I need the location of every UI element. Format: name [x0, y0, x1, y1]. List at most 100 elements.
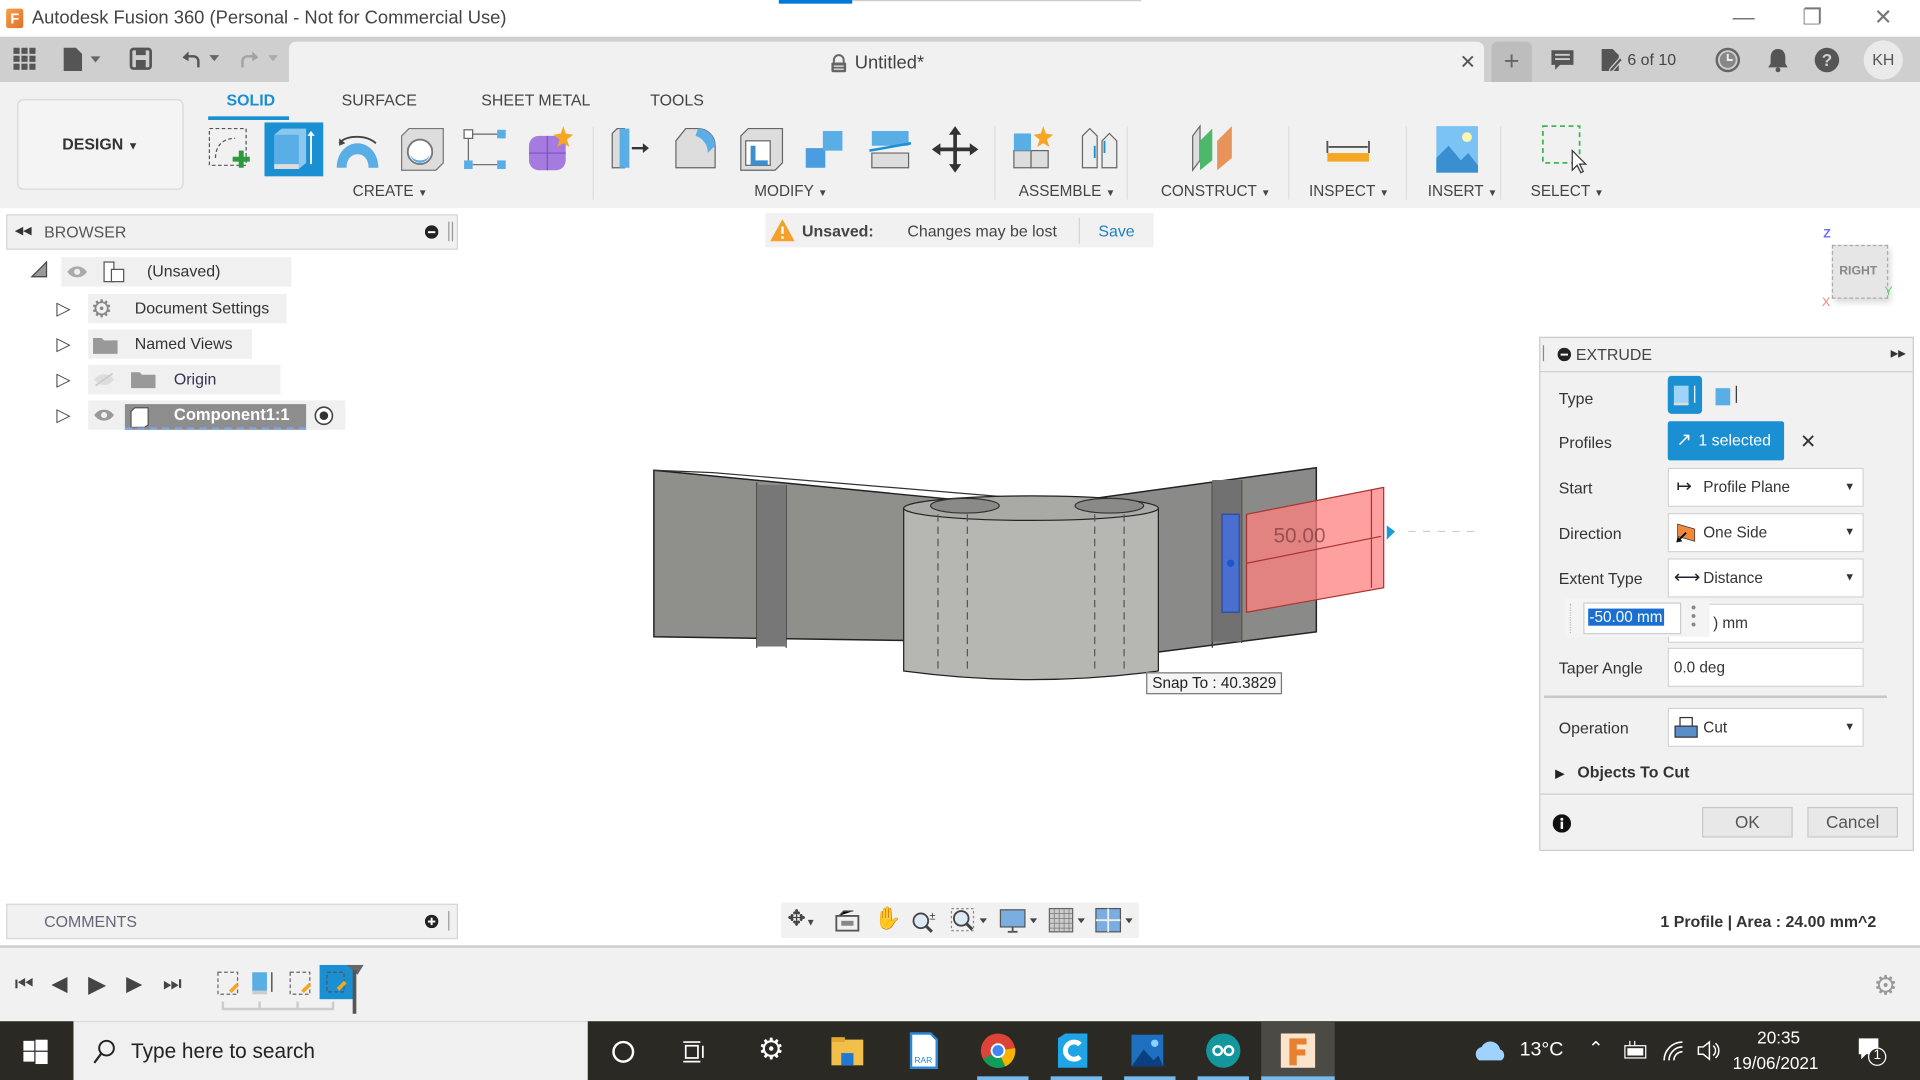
create-menu[interactable]: CREATE ▼	[353, 182, 428, 199]
cancel-button[interactable]: Cancel	[1807, 806, 1898, 838]
viewports-icon[interactable]	[1095, 907, 1137, 934]
more-options-icon[interactable]: • • •	[1691, 600, 1696, 632]
clock-date[interactable]: 19/06/2021	[1733, 1053, 1819, 1073]
data-panel-button[interactable]	[12, 47, 36, 76]
add-comment-icon[interactable]	[424, 914, 439, 929]
hole-button[interactable]	[397, 124, 446, 175]
browser-panel-header[interactable]: ◀◀ BROWSER	[6, 214, 458, 250]
task-view-icon[interactable]	[681, 1038, 708, 1065]
construct-menu[interactable]: CONSTRUCT ▼	[1161, 182, 1271, 199]
pan-icon[interactable]: ✋	[874, 906, 901, 932]
minus-circle-icon[interactable]	[1557, 347, 1572, 362]
distance-input[interactable]: -50.00 mm	[1583, 602, 1682, 635]
play-button[interactable]: ▶	[88, 971, 106, 999]
resize-handle[interactable]	[448, 911, 452, 931]
pattern-button[interactable]	[460, 124, 509, 175]
viewcube-face-right[interactable]: RIGHT	[1831, 244, 1889, 299]
ok-button[interactable]: OK	[1702, 806, 1793, 838]
new-component-button[interactable]	[1009, 124, 1058, 175]
battery-icon[interactable]	[1622, 1040, 1649, 1062]
new-tab-button[interactable]: +	[1491, 41, 1532, 83]
objects-to-cut-toggle[interactable]: ▶ Objects To Cut	[1555, 762, 1689, 784]
clock-time[interactable]: 20:35	[1757, 1027, 1800, 1047]
weather-cloud-icon[interactable]	[1472, 1036, 1509, 1065]
comments-button[interactable]	[1549, 48, 1576, 79]
shell-button[interactable]	[736, 124, 785, 175]
extrude-header[interactable]: EXTRUDE ▶▶	[1540, 338, 1913, 373]
modify-menu[interactable]: MODIFY ▼	[754, 182, 827, 199]
undo-button[interactable]	[178, 47, 222, 78]
select-button[interactable]	[1540, 124, 1589, 175]
fit-window-icon[interactable]	[950, 907, 989, 934]
revolve-button[interactable]	[332, 124, 381, 175]
chrome-icon[interactable]	[978, 1031, 1017, 1070]
show-hidden-icons-button[interactable]: ⌃	[1588, 1037, 1603, 1059]
help-button[interactable]: ?	[1813, 47, 1840, 80]
expand-panel-icon[interactable]: ▶▶	[1891, 348, 1906, 359]
windows-start-icon[interactable]	[23, 1039, 48, 1065]
measure-button[interactable]	[1324, 124, 1373, 175]
document-tab[interactable]: Untitled* ✕	[288, 41, 1485, 83]
type-thin-button[interactable]	[1709, 376, 1743, 414]
save-button[interactable]	[129, 47, 153, 78]
go-to-end-button[interactable]: ⏭	[163, 972, 182, 996]
viewcube[interactable]: RIGHT Z Y X	[1817, 228, 1905, 314]
direction-dropdown[interactable]: One Side ▼	[1667, 513, 1864, 553]
orbit-button[interactable]: ✥▼	[787, 906, 815, 932]
resize-handle[interactable]	[448, 221, 454, 242]
expand-component[interactable]: ▷	[56, 404, 70, 426]
eye-icon[interactable]	[66, 264, 88, 279]
user-avatar[interactable]: KH	[1863, 40, 1903, 80]
clear-selection-button[interactable]: ✕	[1800, 430, 1816, 454]
press-pull-button[interactable]	[607, 124, 656, 175]
go-to-start-button[interactable]: ⏮	[15, 972, 34, 996]
timeline-sketch-1[interactable]	[217, 971, 239, 995]
timeline-settings-button[interactable]: ⚙	[1873, 970, 1897, 1002]
file-explorer-icon[interactable]	[828, 1031, 867, 1070]
expand-named-views[interactable]: ▷	[56, 333, 70, 355]
drag-handle[interactable]	[1542, 345, 1548, 362]
minimize-button[interactable]: —	[1719, 5, 1768, 31]
create-form-button[interactable]	[524, 124, 574, 175]
photos-icon[interactable]	[1128, 1031, 1167, 1070]
timeline-extrude-1[interactable]	[252, 972, 273, 995]
select-menu[interactable]: SELECT ▼	[1531, 182, 1604, 199]
step-back-button[interactable]: ◀	[51, 972, 67, 996]
timeline-sketch-3-active[interactable]	[319, 964, 354, 1000]
expand-origin[interactable]: ▷	[56, 369, 70, 391]
version-history-button[interactable]: 6 of 10	[1598, 47, 1676, 80]
cortana-icon[interactable]	[610, 1038, 637, 1065]
insert-canvas-button[interactable]	[1434, 124, 1483, 175]
step-forward-button[interactable]: ▶	[126, 972, 142, 996]
job-status-button[interactable]	[1714, 47, 1741, 80]
activate-radio-icon[interactable]	[313, 405, 334, 426]
comments-panel-header[interactable]: COMMENTS	[6, 903, 458, 940]
settings-app-icon[interactable]: ⚙	[758, 1032, 784, 1068]
minus-circle-icon[interactable]	[424, 225, 439, 239]
model-viewport[interactable]: 50.00	[637, 453, 1519, 698]
eye-hidden-icon[interactable]	[93, 372, 115, 387]
move-copy-button[interactable]	[929, 124, 979, 175]
split-body-button[interactable]	[864, 124, 913, 175]
display-settings-icon[interactable]	[999, 907, 1041, 934]
close-button[interactable]: ✕	[1859, 5, 1908, 31]
extrude-button[interactable]	[264, 122, 324, 177]
extent-type-dropdown[interactable]: ⟷ Distance ▼	[1667, 558, 1864, 598]
operation-dropdown[interactable]: Cut ▼	[1667, 707, 1864, 747]
joint-button[interactable]	[1075, 124, 1124, 175]
file-menu-button[interactable]	[61, 45, 103, 78]
tree-item-root[interactable]: (Unsaved)	[61, 257, 292, 287]
start-dropdown[interactable]: ↦ Profile Plane ▼	[1667, 467, 1864, 507]
fusion-taskbar-button[interactable]	[1261, 1021, 1335, 1080]
zoom-icon[interactable]: ±	[911, 909, 938, 933]
collapse-browser-icon[interactable]: ◀◀	[15, 224, 32, 237]
tree-root-toggle[interactable]	[29, 260, 49, 286]
tree-item-origin[interactable]: Origin	[88, 364, 281, 395]
combine-button[interactable]	[801, 124, 850, 175]
expand-document-settings[interactable]: ▷	[56, 298, 70, 320]
tab-solid[interactable]: SOLID	[227, 91, 276, 109]
tree-item-named-views[interactable]: Named Views	[88, 329, 253, 359]
drag-handle[interactable]	[1569, 603, 1575, 634]
volume-icon[interactable]	[1695, 1037, 1722, 1064]
offset-plane-button[interactable]	[1188, 124, 1237, 175]
